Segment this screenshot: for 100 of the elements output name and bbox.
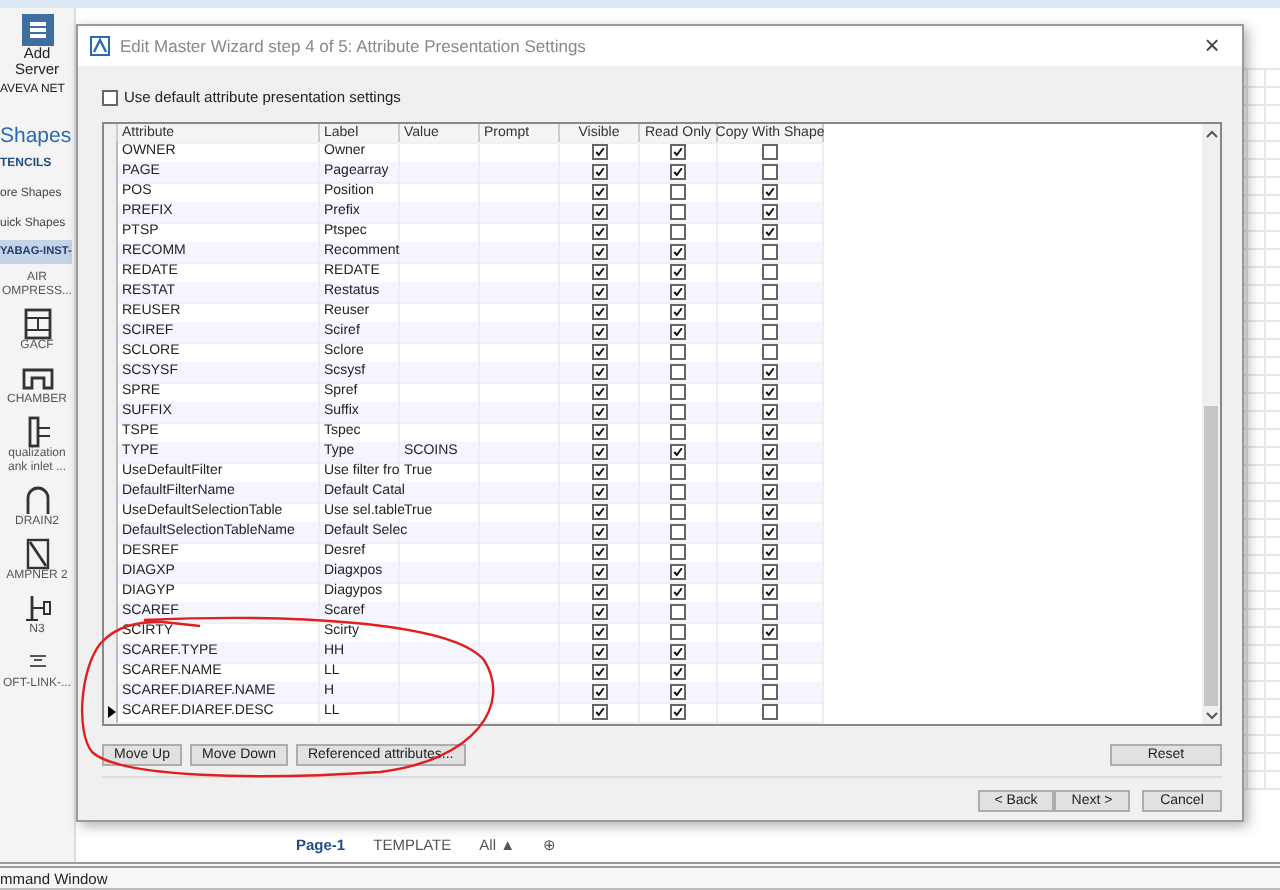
checkbox[interactable] — [591, 144, 607, 160]
checkbox[interactable] — [670, 444, 686, 460]
scroll-up-icon — [1205, 129, 1217, 137]
checkbox[interactable] — [762, 264, 778, 280]
checkbox[interactable] — [762, 664, 778, 680]
default-settings-checkbox[interactable] — [102, 90, 118, 106]
checkbox[interactable] — [591, 224, 607, 240]
checkbox[interactable] — [670, 524, 686, 540]
checkbox[interactable] — [670, 144, 686, 160]
checkbox[interactable] — [670, 664, 686, 680]
checkbox[interactable] — [591, 704, 607, 720]
checkbox[interactable] — [762, 164, 778, 180]
checkbox[interactable] — [670, 244, 686, 260]
checkbox[interactable] — [591, 444, 607, 460]
grid-box-icon — [21, 308, 53, 341]
checkbox[interactable] — [591, 264, 607, 280]
checkbox[interactable] — [670, 684, 686, 700]
checkbox[interactable] — [670, 264, 686, 280]
checkbox[interactable] — [762, 344, 778, 360]
checkbox[interactable] — [670, 364, 686, 380]
checkbox[interactable] — [762, 424, 778, 440]
scrollbar-thumb[interactable] — [1204, 406, 1218, 706]
checkbox[interactable] — [591, 524, 607, 540]
checkbox[interactable] — [670, 464, 686, 480]
checkbox[interactable] — [591, 424, 607, 440]
checkbox[interactable] — [591, 184, 607, 200]
checkbox[interactable] — [591, 304, 607, 320]
checkbox[interactable] — [670, 224, 686, 240]
checkbox[interactable] — [591, 644, 607, 660]
checkbox[interactable] — [670, 604, 686, 620]
close-button[interactable]: × — [1182, 32, 1242, 60]
checkbox[interactable] — [591, 464, 607, 480]
checkbox[interactable] — [670, 284, 686, 300]
checkbox[interactable] — [762, 564, 778, 580]
checkbox[interactable] — [670, 544, 686, 560]
checkbox[interactable] — [670, 344, 686, 360]
checkbox[interactable] — [670, 704, 686, 720]
checkbox[interactable] — [591, 244, 607, 260]
checkbox[interactable] — [762, 584, 778, 600]
checkbox[interactable] — [591, 364, 607, 380]
checkbox[interactable] — [591, 564, 607, 580]
checkbox[interactable] — [591, 584, 607, 600]
checkbox[interactable] — [670, 164, 686, 180]
checkbox[interactable] — [762, 544, 778, 560]
checkbox[interactable] — [670, 324, 686, 340]
checkbox[interactable] — [670, 204, 686, 220]
checkbox[interactable] — [762, 364, 778, 380]
checkbox[interactable] — [670, 424, 686, 440]
checkbox[interactable] — [762, 624, 778, 640]
server-icon — [21, 14, 53, 46]
checkbox[interactable] — [762, 304, 778, 320]
checkbox[interactable] — [762, 644, 778, 660]
checkbox[interactable] — [670, 564, 686, 580]
valve-icon — [21, 592, 53, 625]
checkbox[interactable] — [670, 624, 686, 640]
checkbox[interactable] — [762, 704, 778, 720]
row-header-cell[interactable] — [104, 642, 118, 664]
app-logo-icon — [90, 36, 110, 56]
checkbox[interactable] — [670, 644, 686, 660]
scrollbar[interactable] — [1202, 124, 1220, 724]
checkbox[interactable] — [762, 464, 778, 480]
row-header-cell[interactable] — [104, 682, 118, 704]
checkbox[interactable] — [591, 624, 607, 640]
row-header-cell[interactable] — [104, 702, 118, 724]
checkbox[interactable] — [591, 684, 607, 700]
checkbox[interactable] — [762, 684, 778, 700]
checkbox[interactable] — [670, 404, 686, 420]
checkbox[interactable] — [762, 404, 778, 420]
checkbox[interactable] — [762, 524, 778, 540]
checkbox[interactable] — [591, 164, 607, 180]
checkbox[interactable] — [591, 604, 607, 620]
checkbox[interactable] — [762, 244, 778, 260]
checkbox[interactable] — [670, 184, 686, 200]
checkbox[interactable] — [762, 224, 778, 240]
checkbox[interactable] — [762, 384, 778, 400]
checkbox[interactable] — [591, 504, 607, 520]
checkbox[interactable] — [670, 304, 686, 320]
window-title: Edit Master Wizard step 4 of 5: Attribute Presentation Settings — [120, 33, 586, 59]
checkbox[interactable] — [591, 484, 607, 500]
checkbox[interactable] — [762, 284, 778, 300]
checkbox[interactable] — [762, 444, 778, 460]
checkbox[interactable] — [591, 384, 607, 400]
checkbox[interactable] — [591, 544, 607, 560]
checkbox[interactable] — [670, 384, 686, 400]
checkbox[interactable] — [591, 664, 607, 680]
checkbox[interactable] — [591, 324, 607, 340]
checkbox[interactable] — [591, 284, 607, 300]
checkbox[interactable] — [591, 344, 607, 360]
checkbox[interactable] — [591, 404, 607, 420]
checkbox[interactable] — [762, 604, 778, 620]
checkbox[interactable] — [762, 504, 778, 520]
checkbox[interactable] — [762, 204, 778, 220]
checkbox[interactable] — [762, 324, 778, 340]
checkbox[interactable] — [762, 184, 778, 200]
checkbox[interactable] — [670, 504, 686, 520]
checkbox[interactable] — [762, 484, 778, 500]
checkbox[interactable] — [670, 584, 686, 600]
checkbox[interactable] — [591, 204, 607, 220]
checkbox[interactable] — [670, 484, 686, 500]
checkbox[interactable] — [762, 144, 778, 160]
